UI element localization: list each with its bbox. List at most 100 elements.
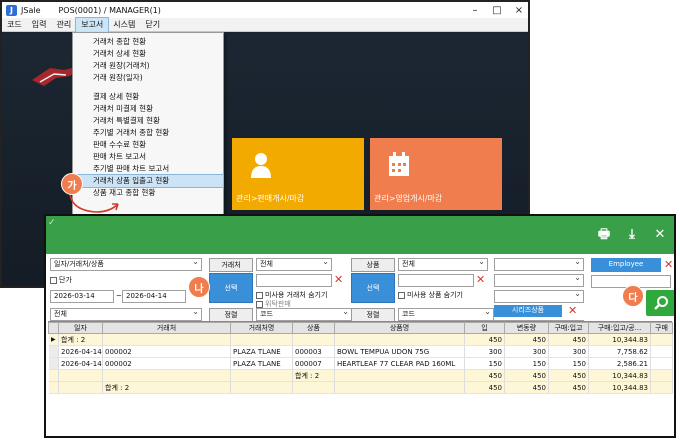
table-total-row[interactable]: ▶ 합계 : 2 450 450 450 10,344.83 — [48, 333, 673, 346]
tile-business-open-close[interactable]: 관리>영업개시/마감 — [370, 138, 502, 210]
col-in[interactable]: 입 — [464, 322, 505, 334]
table-cell: 000003 — [292, 345, 335, 358]
tile-sales-label: 관리>판매개시/마감 — [236, 194, 305, 203]
row-indicator: ▶ — [48, 333, 59, 346]
product-select-button[interactable]: 선택 — [351, 273, 395, 303]
product-search-field[interactable] — [398, 274, 474, 287]
employee-button[interactable]: Employee — [591, 258, 661, 272]
table-cell: 450 — [464, 381, 505, 394]
clear-series-icon[interactable]: ✕ — [568, 305, 577, 316]
col-product[interactable]: 상품 — [292, 322, 335, 334]
menu-periodic-chart[interactable]: 주기별 판매 차트 보고서 — [73, 163, 223, 175]
table-cell: 450 — [464, 333, 505, 346]
table-cell — [230, 369, 293, 382]
minimize-icon[interactable]: – — [466, 5, 484, 16]
grouping-select[interactable]: 일자/거래처/상품 — [50, 258, 202, 271]
customer-select[interactable]: 전체 — [256, 258, 332, 271]
col-customer-name[interactable]: 거래처명 — [230, 322, 293, 334]
col-purchase-in-supply[interactable]: 구매:입고/공... — [588, 322, 651, 334]
callout-ga: 가 — [61, 173, 83, 195]
product-select[interactable]: 전체 — [398, 258, 488, 271]
table-cell: 450 — [504, 333, 549, 346]
menu-code[interactable]: 코드 — [2, 18, 27, 32]
menu-special-payment[interactable]: 거래처 특별결제 현황 — [73, 115, 223, 127]
col-customer[interactable]: 거래처 — [102, 322, 231, 334]
sort-select[interactable]: 코드 — [256, 308, 352, 321]
table-total-row[interactable]: 합계 : 2 450 450 450 10,344.83 — [48, 369, 673, 382]
col-date[interactable]: 일자 — [58, 322, 103, 334]
table-cell: 150 — [504, 357, 549, 370]
table-cell — [650, 333, 673, 346]
menu-payment-detail[interactable]: 결제 상세 현황 — [73, 91, 223, 103]
table-cell — [650, 357, 673, 370]
menu-commission[interactable]: 판매 수수료 현황 — [73, 139, 223, 151]
sort-label-2: 정렬 — [351, 308, 395, 322]
print-icon[interactable]: 🖶 — [596, 227, 612, 243]
customer-select-button[interactable]: 선택 — [209, 273, 253, 303]
col-purchase[interactable]: 구매 — [650, 322, 673, 334]
menu-periodic-summary[interactable]: 주기별 거래처 종합 현황 — [73, 127, 223, 139]
menu-system[interactable]: 시스템 — [108, 18, 140, 32]
hide-unused-product-checkbox[interactable]: 미사용 상품 숨기기 — [398, 290, 463, 300]
col-product-name[interactable]: 상품명 — [334, 322, 465, 334]
table-cell: 300 — [504, 345, 549, 358]
search-button[interactable] — [646, 290, 674, 316]
menu-bar: 코드 입력 관리 보고서 시스템 닫기 — [2, 16, 528, 33]
table-cell: 300 — [464, 345, 505, 358]
row-indicator-header — [48, 322, 59, 334]
app-logo-icon: J — [6, 4, 17, 16]
clear-employee-icon[interactable]: ✕ — [664, 259, 673, 270]
table-cell — [650, 369, 673, 382]
col-purchase-in[interactable]: 구매:입고 — [548, 322, 589, 334]
table-total-row[interactable]: 합계 : 2 450 450 450 10,344.83 — [48, 381, 673, 394]
table-cell: 합계 : 2 — [292, 369, 335, 382]
table-row[interactable]: 2026-04-14 000002 PLAZA TLANE 000007 HEARTLE… — [48, 357, 673, 370]
menu-ledger-date[interactable]: 거래 원장(일자) — [73, 72, 223, 84]
table-row[interactable]: 2026-04-14 000002 PLAZA TLANE 000003 BOWL TE… — [48, 345, 673, 358]
menu-close[interactable]: 닫기 — [140, 18, 165, 32]
table-cell: 300 — [548, 345, 589, 358]
row-indicator — [48, 357, 59, 370]
menu-unpaid[interactable]: 거래처 미결제 현황 — [73, 103, 223, 115]
filter-select-2[interactable] — [494, 274, 584, 287]
tile-sales-open-close[interactable]: 관리>판매개시/마감 — [232, 138, 364, 210]
customer-label: 거래처 — [209, 258, 253, 272]
filter-select-1[interactable] — [494, 258, 584, 271]
check-icon: ✓ — [48, 218, 56, 228]
clear-customer-icon[interactable]: ✕ — [334, 274, 343, 285]
close-window-icon[interactable]: × — [510, 5, 528, 16]
export-icon[interactable]: ⤓ — [624, 227, 640, 243]
tile-business-label: 관리>영업개시/마감 — [374, 194, 443, 203]
unit-price-checkbox[interactable]: 단가 — [50, 275, 72, 285]
table-cell — [58, 369, 103, 382]
scope-select[interactable]: 전체 — [50, 308, 202, 321]
table-cell: 450 — [504, 381, 549, 394]
table-cell — [102, 369, 231, 382]
sort-select-2[interactable]: 코드 — [398, 308, 494, 321]
product-label: 상품 — [351, 258, 395, 272]
filter-select-3[interactable] — [494, 290, 584, 303]
person-icon — [251, 153, 271, 178]
customer-search-field[interactable] — [256, 274, 332, 287]
maximize-icon[interactable]: □ — [488, 5, 506, 16]
col-change[interactable]: 변동량 — [504, 322, 549, 334]
series-product-button[interactable]: 시리즈상품 — [494, 305, 562, 317]
menu-customer-summary[interactable]: 거래처 종합 현황 — [73, 36, 223, 48]
menu-ledger-customer[interactable]: 거래 원장(거래처) — [73, 60, 223, 72]
date-to-field[interactable]: 2026-04-14 — [122, 290, 186, 303]
callout-da: 다 — [622, 285, 644, 307]
menu-report[interactable]: 보고서 — [75, 16, 110, 33]
menu-customer-detail[interactable]: 거래처 상세 현황 — [73, 48, 223, 60]
calendar-icon — [389, 152, 409, 176]
menu-sales-chart[interactable]: 판매 차트 보고서 — [73, 151, 223, 163]
date-from-field[interactable]: 2026-03-14 — [50, 290, 114, 303]
close-icon[interactable]: ✕ — [652, 227, 668, 243]
menu-manage[interactable]: 관리 — [51, 18, 76, 32]
sort-label: 정렬 — [209, 308, 253, 322]
table-cell — [334, 333, 465, 346]
menu-input[interactable]: 입력 — [27, 18, 52, 32]
table-cell: 합계 : 2 — [102, 381, 231, 394]
clear-product-icon[interactable]: ✕ — [476, 274, 485, 285]
table-cell: PLAZA TLANE — [230, 357, 293, 370]
table-cell: 450 — [548, 369, 589, 382]
